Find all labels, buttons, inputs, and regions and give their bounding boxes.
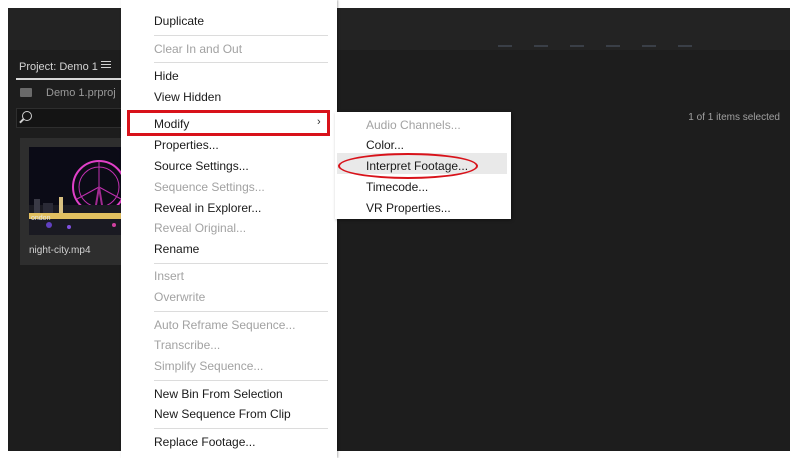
menu-item-reveal-original[interactable]: Reveal Original... bbox=[154, 221, 246, 235]
menu-item-source-settings[interactable]: Source Settings... bbox=[154, 159, 249, 173]
menu-separator bbox=[154, 428, 328, 429]
interpret-footage-highlight-ellipse bbox=[338, 153, 478, 179]
modify-highlight-box bbox=[127, 110, 330, 136]
menu-item-simplify-sequence[interactable]: Simplify Sequence... bbox=[154, 359, 263, 373]
menu-item-auto-reframe[interactable]: Auto Reframe Sequence... bbox=[154, 318, 295, 332]
bin-name: Demo 1.prproj bbox=[46, 87, 116, 99]
menu-item-new-bin-from-selection[interactable]: New Bin From Selection bbox=[154, 387, 283, 401]
menu-item-sequence-settings[interactable]: Sequence Settings... bbox=[154, 180, 265, 194]
submenu-item-color[interactable]: Color... bbox=[366, 138, 404, 152]
menu-item-view-hidden[interactable]: View Hidden bbox=[154, 90, 221, 104]
clip-tile[interactable]: ondon night-city.mp4 bbox=[20, 138, 130, 265]
hamburger-menu-icon[interactable] bbox=[101, 61, 111, 71]
menu-item-hide[interactable]: Hide bbox=[154, 69, 179, 83]
search-input[interactable] bbox=[16, 108, 130, 128]
menu-item-overwrite[interactable]: Overwrite bbox=[154, 290, 205, 304]
submenu-item-timecode[interactable]: Timecode... bbox=[366, 180, 428, 194]
menu-item-duplicate[interactable]: Duplicate bbox=[154, 14, 204, 28]
menu-item-rename[interactable]: Rename bbox=[154, 242, 199, 256]
menu-separator bbox=[154, 263, 328, 264]
project-panel-tab[interactable]: Project: Demo 1 bbox=[19, 61, 98, 73]
menu-item-properties[interactable]: Properties... bbox=[154, 138, 219, 152]
top-toolbar-markers bbox=[498, 45, 692, 47]
menu-item-reveal-in-explorer[interactable]: Reveal in Explorer... bbox=[154, 201, 261, 215]
menu-separator bbox=[154, 311, 328, 312]
clip-thumbnail: ondon bbox=[29, 147, 130, 235]
thumbnail-caption: ondon bbox=[31, 215, 51, 222]
context-menu: Duplicate Clear In and Out Hide View Hid… bbox=[121, 0, 337, 458]
menu-separator bbox=[154, 62, 328, 63]
clip-name: night-city.mp4 bbox=[29, 245, 91, 256]
active-tab-underline bbox=[16, 78, 122, 80]
folder-icon bbox=[20, 88, 32, 97]
menu-item-clear-in-out[interactable]: Clear In and Out bbox=[154, 42, 242, 56]
submenu-item-audio-channels[interactable]: Audio Channels... bbox=[366, 118, 461, 132]
menu-separator bbox=[154, 35, 328, 36]
search-icon bbox=[22, 111, 32, 121]
menu-item-new-sequence-from-clip[interactable]: New Sequence From Clip bbox=[154, 407, 291, 421]
menu-item-insert[interactable]: Insert bbox=[154, 269, 184, 283]
submenu-arrow-icon: › bbox=[317, 116, 321, 128]
selection-status: 1 of 1 items selected bbox=[688, 112, 780, 123]
menu-separator bbox=[154, 380, 328, 381]
menu-item-transcribe[interactable]: Transcribe... bbox=[154, 338, 220, 352]
submenu-item-vr-properties[interactable]: VR Properties... bbox=[366, 201, 451, 215]
menu-item-replace-footage[interactable]: Replace Footage... bbox=[154, 435, 255, 449]
